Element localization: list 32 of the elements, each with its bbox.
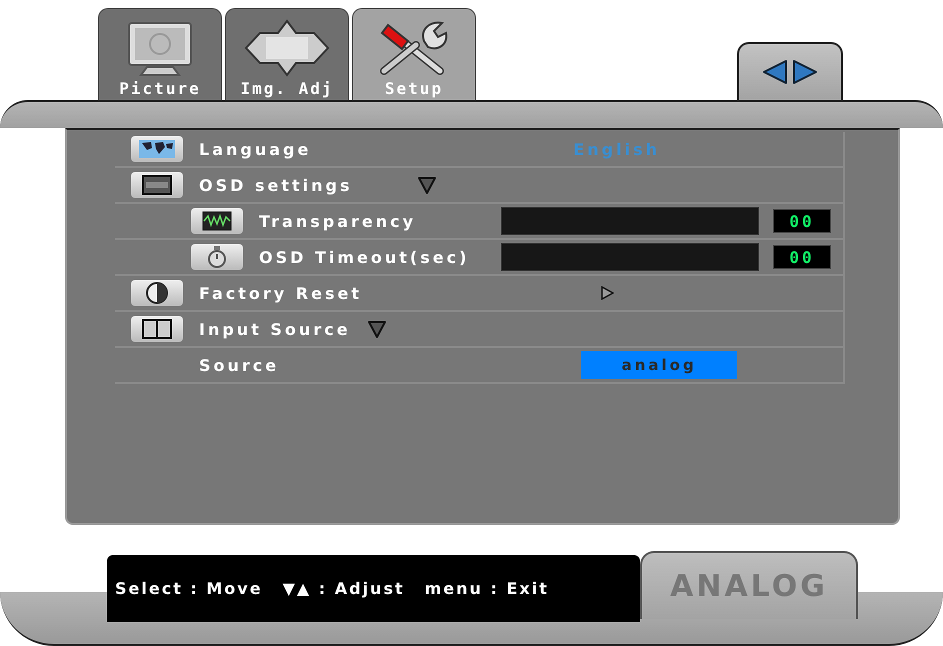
menu-label[interactable]: OSD settings: [199, 176, 352, 194]
left-right-arrows-icon: [762, 59, 818, 85]
value-display: 00: [773, 245, 831, 269]
world-map-icon: [139, 140, 175, 158]
input-mode-label: ANALOG: [670, 568, 828, 604]
help-text: menu : Exit: [424, 579, 549, 598]
menu-label[interactable]: Transparency: [259, 212, 416, 230]
help-text: ▼▲ : Adjust: [282, 579, 405, 598]
help-text: Select : Move: [115, 579, 263, 598]
nav-tab[interactable]: [737, 42, 843, 100]
menu-label[interactable]: Language: [199, 140, 312, 158]
four-way-arrow-icon: [244, 19, 330, 77]
contrast-icon: [145, 281, 169, 305]
expand-down-icon[interactable]: [366, 319, 387, 339]
slider-track[interactable]: [501, 243, 759, 271]
menu-label[interactable]: Factory Reset: [199, 284, 362, 302]
menu-label[interactable]: OSD Timeout(sec): [259, 248, 470, 266]
stopwatch-icon: [206, 246, 228, 268]
slider-track[interactable]: [501, 207, 759, 235]
waveform-icon: [202, 211, 232, 231]
expand-down-icon[interactable]: [416, 175, 436, 195]
value-display: 00: [773, 209, 831, 233]
menu-tab[interactable]: Img. Adj: [225, 8, 349, 100]
play-arrow-icon[interactable]: [600, 286, 614, 300]
menu-label[interactable]: Input Source: [199, 320, 351, 338]
menu-tab[interactable]: Picture: [98, 8, 222, 100]
menu-tab[interactable]: Setup: [352, 8, 476, 100]
screen-icon: [142, 175, 172, 195]
source-value[interactable]: analog: [581, 351, 738, 379]
menu-label[interactable]: Source: [199, 356, 280, 374]
split-screen-icon: [142, 319, 172, 339]
monitor-icon: [125, 21, 195, 77]
